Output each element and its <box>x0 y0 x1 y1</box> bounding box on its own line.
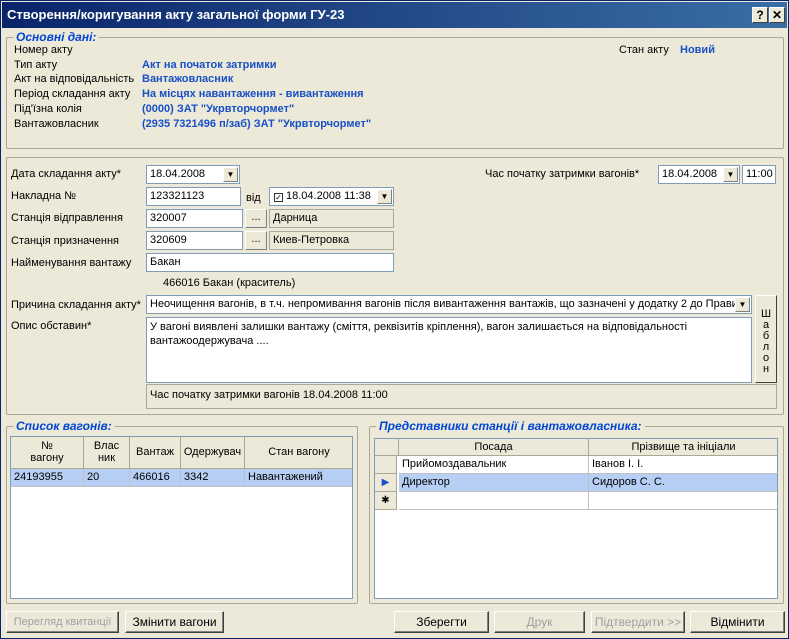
basic-data-title: Основні дані: <box>13 30 100 44</box>
wagons-col-state[interactable]: Стан вагону <box>245 437 352 469</box>
dep-station-code-input[interactable]: 320007 <box>146 209 243 228</box>
wagons-table[interactable]: № вагону Влас ник Вантаж Одержувач Стан … <box>10 436 353 599</box>
date-label: Дата складання акту* <box>11 168 122 180</box>
from-label: від <box>246 192 261 204</box>
checkbox-icon[interactable]: ✓ <box>274 193 283 202</box>
responsibility-value: Вантажовласник <box>142 73 234 85</box>
reason-select[interactable]: Неочищення вагонів, в т.ч. непромивання … <box>146 295 752 314</box>
owner-value: (2935 7321496 п/заб) ЗАТ "Укрвторчормет" <box>142 118 372 130</box>
delay-time-input[interactable]: 11:00 <box>742 165 776 184</box>
date-value: 18.04.2008 <box>150 168 206 180</box>
waybill-date-picker[interactable]: ✓ 18.04.2008 11:38 ▼ <box>269 187 394 206</box>
rep-position-cell[interactable]: Прийомоздавальник <box>399 456 589 474</box>
chevron-down-icon[interactable]: ▼ <box>735 297 750 312</box>
view-receipts-button[interactable]: Перегляд квитанції <box>6 611 119 633</box>
title-bar: Створення/коригування акту загальної фор… <box>2 2 787 28</box>
responsibility-label: Акт на відповідальність <box>14 73 135 85</box>
chevron-down-icon[interactable]: ▼ <box>223 167 238 182</box>
wagon-owner-cell[interactable]: 20 <box>84 469 130 487</box>
wagon-receiver-cell[interactable]: 3342 <box>181 469 245 487</box>
delay-date-picker[interactable]: 18.04.2008 ▼ <box>658 165 740 184</box>
period-value: На місцях навантаження - вивантаження <box>142 88 364 100</box>
period-label: Період складання акту <box>14 88 131 100</box>
close-button[interactable]: ✕ <box>769 7 785 23</box>
row-header[interactable] <box>375 456 397 474</box>
rep-name-cell[interactable]: Іванов І. І. <box>589 456 777 474</box>
dep-station-label: Станція відправлення <box>11 212 123 224</box>
window-title: Створення/коригування акту загальної фор… <box>7 7 345 22</box>
representatives-title: Представники станції і вантажовласника: <box>376 419 645 433</box>
reps-col-name[interactable]: Прізвище та ініціали <box>589 439 777 456</box>
rep-name-cell[interactable]: Сидоров С. С. <box>589 474 777 492</box>
cargo-label: Найменування вантажу <box>11 257 132 269</box>
rep-position-cell-new[interactable] <box>399 492 589 510</box>
wagons-col-receiver[interactable]: Одержувач <box>181 437 245 469</box>
act-state-label: Стан акту <box>619 44 669 56</box>
act-type-label: Тип акту <box>14 59 58 71</box>
wagons-title: Список вагонів: <box>13 419 115 433</box>
rep-name-cell-new[interactable] <box>589 492 777 510</box>
siding-label: Під'їзна колія <box>14 103 82 115</box>
representatives-table[interactable]: Посада Прізвище та ініціали Прийомоздава… <box>374 438 778 599</box>
description-footer: Час початку затримки вагонів 18.04.2008 … <box>146 384 777 409</box>
waybill-date-value: 18.04.2008 11:38 <box>286 190 371 202</box>
dialog-window: Створення/коригування акту загальної фор… <box>0 0 789 639</box>
description-label: Опис обставин* <box>11 320 92 332</box>
reason-value: Неочищення вагонів, в т.ч. непромивання … <box>150 298 745 310</box>
new-row-marker-icon[interactable]: ✱ <box>375 492 397 510</box>
act-type-value: Акт на початок затримки <box>142 59 277 71</box>
date-picker[interactable]: 18.04.2008 ▼ <box>146 165 240 184</box>
cargo-note: 466016 Бакан (краситель) <box>163 277 296 289</box>
template-button[interactable]: Шаблон <box>755 295 777 383</box>
dest-station-browse-button[interactable]: ... <box>245 231 267 250</box>
act-state-value: Новий <box>680 44 715 56</box>
change-wagons-button[interactable]: Змінити вагони <box>125 611 224 633</box>
wagons-col-owner[interactable]: Влас ник <box>84 437 130 469</box>
cargo-input[interactable]: Бакан <box>146 253 394 272</box>
owner-label: Вантажовласник <box>14 118 99 130</box>
reason-label: Причина складання акту* <box>11 299 141 311</box>
dest-station-name: Киев-Петровка <box>269 231 394 250</box>
act-number-label: Номер акту <box>14 44 73 56</box>
confirm-button[interactable]: Підтвердити >> <box>591 611 685 633</box>
dest-station-label: Станція призначення <box>11 235 119 247</box>
reps-corner <box>375 439 399 456</box>
wagon-cargo-cell[interactable]: 466016 <box>130 469 181 487</box>
description-textarea[interactable]: У вагоні виявлені залишки вантажу (смітт… <box>146 317 752 383</box>
chevron-down-icon[interactable]: ▼ <box>377 189 392 204</box>
waybill-label: Накладна № <box>11 190 77 202</box>
dest-station-code-input[interactable]: 320609 <box>146 231 243 250</box>
wagon-state-cell[interactable]: Навантажений <box>245 469 352 487</box>
save-button[interactable]: Зберегти <box>394 611 489 633</box>
siding-value: (0000) ЗАТ "Укрвторчормет" <box>142 103 295 115</box>
cancel-button[interactable]: Відмінити <box>690 611 785 633</box>
wagon-number-cell[interactable]: 24193955 <box>11 469 84 487</box>
waybill-input[interactable]: 123321123 <box>146 187 241 206</box>
print-button[interactable]: Друк <box>494 611 585 633</box>
wagons-col-cargo[interactable]: Вантаж <box>130 437 181 469</box>
wagons-col-number[interactable]: № вагону <box>11 437 84 469</box>
current-row-marker-icon[interactable]: ▶ <box>375 474 397 492</box>
chevron-down-icon[interactable]: ▼ <box>723 167 738 182</box>
help-button[interactable]: ? <box>752 7 768 23</box>
dep-station-browse-button[interactable]: ... <box>245 209 267 228</box>
dep-station-name: Дарница <box>269 209 394 228</box>
delay-date-value: 18.04.2008 <box>662 168 718 180</box>
delay-start-label: Час початку затримки вагонів* <box>485 168 640 180</box>
rep-position-cell[interactable]: Директор <box>399 474 589 492</box>
reps-col-position[interactable]: Посада <box>399 439 589 456</box>
